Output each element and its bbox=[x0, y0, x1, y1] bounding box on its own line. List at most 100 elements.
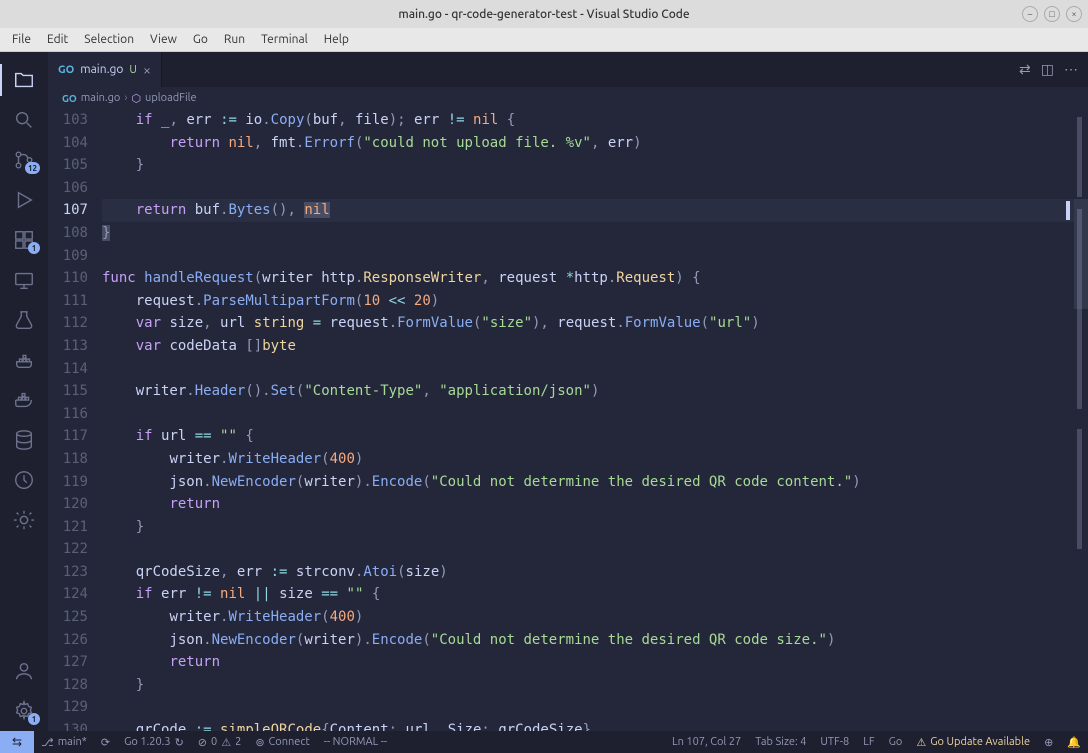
menu-terminal[interactable]: Terminal bbox=[253, 31, 316, 48]
code-line[interactable]: return bbox=[102, 651, 1074, 674]
code-line[interactable] bbox=[102, 696, 1074, 719]
menu-view[interactable]: View bbox=[142, 31, 185, 48]
close-button[interactable]: × bbox=[1066, 6, 1082, 22]
breadcrumb[interactable]: GO main.go › ⬡ uploadFile bbox=[48, 87, 1088, 109]
split-editor-icon[interactable]: ◫ bbox=[1041, 61, 1054, 78]
minimize-button[interactable]: – bbox=[1022, 6, 1038, 22]
line-number: 124 bbox=[48, 583, 88, 606]
line-number: 121 bbox=[48, 516, 88, 539]
line-number: 120 bbox=[48, 493, 88, 516]
code-line[interactable] bbox=[102, 177, 1074, 200]
code-line[interactable]: func handleRequest(writer http.ResponseW… bbox=[102, 267, 1074, 290]
code-line[interactable]: request.ParseMultipartForm(10 << 20) bbox=[102, 290, 1074, 313]
line-number: 125 bbox=[48, 606, 88, 629]
warning-icon: ⚠ bbox=[221, 736, 231, 749]
code-line[interactable]: json.NewEncoder(writer).Encode("Could no… bbox=[102, 471, 1074, 494]
menu-help[interactable]: Help bbox=[316, 31, 357, 48]
feedback-icon[interactable]: ⊕ bbox=[1037, 731, 1060, 753]
line-number: 106 bbox=[48, 177, 88, 200]
live-share[interactable]: ⊚Connect bbox=[248, 731, 316, 753]
activity-bar: 12 1 bbox=[0, 52, 48, 731]
copilot-icon[interactable] bbox=[0, 500, 48, 540]
minimap[interactable] bbox=[1074, 109, 1088, 731]
code-line[interactable]: writer.WriteHeader(400) bbox=[102, 448, 1074, 471]
explorer-icon[interactable] bbox=[0, 60, 48, 100]
remote-icon[interactable] bbox=[0, 260, 48, 300]
code-line[interactable] bbox=[102, 538, 1074, 561]
code-content[interactable]: if _, err := io.Copy(buf, file); err != … bbox=[102, 109, 1074, 731]
breadcrumb-separator: › bbox=[124, 92, 127, 104]
search-icon[interactable] bbox=[0, 100, 48, 140]
tab-main-go[interactable]: GO main.go U × bbox=[48, 52, 162, 87]
remote-indicator[interactable]: ⇆ bbox=[0, 731, 34, 753]
code-line[interactable]: if err != nil || size == "" { bbox=[102, 583, 1074, 606]
menu-go[interactable]: Go bbox=[185, 31, 216, 48]
code-line[interactable]: } bbox=[102, 674, 1074, 697]
menu-file[interactable]: File bbox=[4, 31, 39, 48]
code-line[interactable] bbox=[102, 358, 1074, 381]
code-line[interactable]: writer.Header().Set("Content-Type", "app… bbox=[102, 380, 1074, 403]
code-editor[interactable]: 1031041051061071081091101111121131141151… bbox=[48, 109, 1088, 731]
code-line[interactable]: var codeData []byte bbox=[102, 335, 1074, 358]
go-version[interactable]: Go 1.20.3 ↻ bbox=[117, 731, 191, 753]
code-line[interactable]: return nil, fmt.Errorf("could not upload… bbox=[102, 132, 1074, 155]
editor-actions: ⇄ ◫ ⋯ bbox=[1009, 52, 1088, 87]
line-number: 114 bbox=[48, 358, 88, 381]
problems[interactable]: ⊘0 ⚠2 bbox=[191, 731, 249, 753]
code-line[interactable]: return buf.Bytes(), nil bbox=[102, 199, 1074, 222]
compare-icon[interactable]: ⇄ bbox=[1019, 61, 1031, 78]
run-debug-icon[interactable] bbox=[0, 180, 48, 220]
code-line[interactable]: json.NewEncoder(writer).Encode("Could no… bbox=[102, 629, 1074, 652]
code-line[interactable]: if _, err := io.Copy(buf, file); err != … bbox=[102, 109, 1074, 132]
code-line[interactable]: } bbox=[102, 516, 1074, 539]
code-line[interactable]: var size, url string = request.FormValue… bbox=[102, 312, 1074, 335]
code-line[interactable]: writer.WriteHeader(400) bbox=[102, 606, 1074, 629]
code-line[interactable]: qrCodeSize, err := strconv.Atoi(size) bbox=[102, 561, 1074, 584]
cursor-position[interactable]: Ln 107, Col 27 bbox=[665, 731, 748, 753]
code-line[interactable]: } bbox=[102, 154, 1074, 177]
line-number: 128 bbox=[48, 674, 88, 697]
go-file-icon: GO bbox=[62, 93, 77, 104]
tab-size[interactable]: Tab Size: 4 bbox=[748, 731, 813, 753]
language-mode[interactable]: Go bbox=[882, 731, 910, 753]
window-title: main.go - qr-code-generator-test - Visua… bbox=[0, 8, 1088, 21]
code-line[interactable] bbox=[102, 245, 1074, 268]
testing-icon[interactable] bbox=[0, 300, 48, 340]
database-icon[interactable] bbox=[0, 420, 48, 460]
line-number: 105 bbox=[48, 154, 88, 177]
editor-area: GO main.go U × ⇄ ◫ ⋯ GO main.go › ⬡ uplo… bbox=[48, 52, 1088, 731]
extensions-icon[interactable]: 1 bbox=[0, 220, 48, 260]
code-line[interactable]: qrCode := simpleQRCode{Content: url, Siz… bbox=[102, 719, 1074, 731]
vim-mode: -- NORMAL -- bbox=[317, 731, 394, 753]
code-line[interactable]: } bbox=[102, 222, 1074, 245]
line-number: 104 bbox=[48, 132, 88, 155]
title-bar: main.go - qr-code-generator-test - Visua… bbox=[0, 0, 1088, 28]
timeline-icon[interactable] bbox=[0, 460, 48, 500]
maximize-button[interactable]: □ bbox=[1044, 6, 1060, 22]
window-controls: – □ × bbox=[1022, 6, 1082, 22]
more-actions-icon[interactable]: ⋯ bbox=[1064, 61, 1078, 78]
menu-selection[interactable]: Selection bbox=[76, 31, 142, 48]
settings-icon[interactable]: 1 bbox=[0, 691, 48, 731]
menu-edit[interactable]: Edit bbox=[39, 31, 76, 48]
code-line[interactable] bbox=[102, 403, 1074, 426]
eol[interactable]: LF bbox=[856, 731, 881, 753]
source-control-icon[interactable]: 12 bbox=[0, 140, 48, 180]
go-update[interactable]: ⚠Go Update Available bbox=[909, 731, 1037, 753]
containers-icon[interactable] bbox=[0, 340, 48, 380]
git-branch[interactable]: ⎇main* bbox=[34, 731, 94, 753]
notifications-icon[interactable]: 🔔 bbox=[1060, 731, 1088, 753]
line-number: 129 bbox=[48, 696, 88, 719]
status-bar: ⇆ ⎇main* ⟳ Go 1.20.3 ↻ ⊘0 ⚠2 ⊚Connect --… bbox=[0, 731, 1088, 753]
menu-run[interactable]: Run bbox=[216, 31, 253, 48]
encoding[interactable]: UTF-8 bbox=[813, 731, 856, 753]
code-line[interactable]: if url == "" { bbox=[102, 425, 1074, 448]
code-line[interactable]: return bbox=[102, 493, 1074, 516]
docker-icon[interactable] bbox=[0, 380, 48, 420]
line-number: 126 bbox=[48, 629, 88, 652]
tab-close-icon[interactable]: × bbox=[143, 63, 151, 77]
line-number: 113 bbox=[48, 335, 88, 358]
sync-icon[interactable]: ⟳ bbox=[94, 731, 117, 753]
ext-badge: 1 bbox=[28, 242, 40, 254]
account-icon[interactable] bbox=[0, 651, 48, 691]
